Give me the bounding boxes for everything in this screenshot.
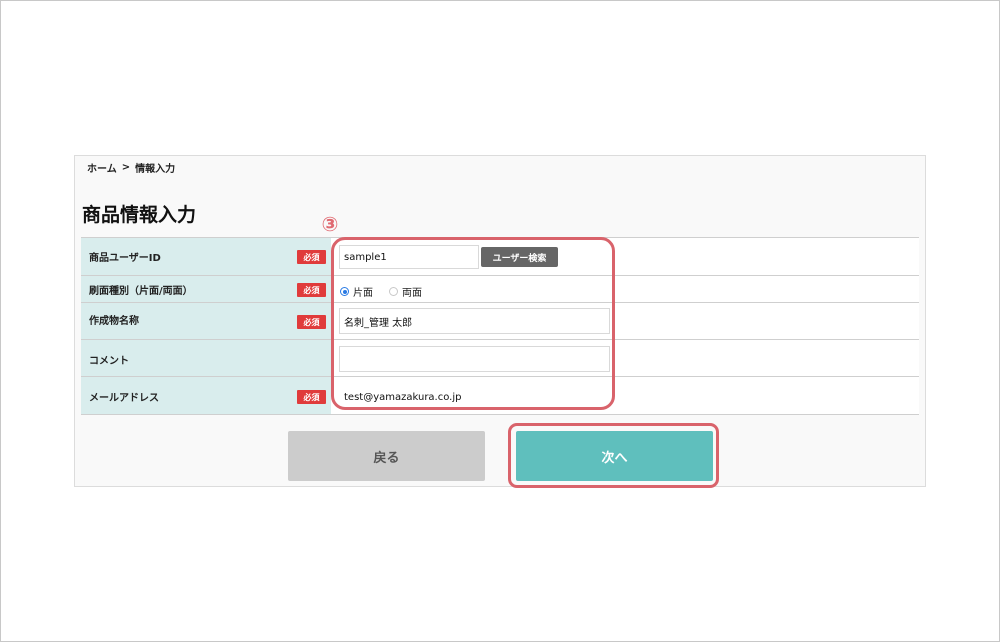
label-cell: コメント <box>81 340 331 376</box>
required-badge: 必須 <box>297 390 326 404</box>
step-number-marker: ③ <box>321 212 339 236</box>
label-cell: 作成物名称 必須 <box>81 303 331 339</box>
required-badge: 必須 <box>297 250 326 264</box>
fields-highlight-box <box>331 237 615 410</box>
user-id-label: 商品ユーザーID <box>89 253 161 264</box>
email-label: メールアドレス <box>89 393 159 404</box>
print-side-label: 刷面種別（片面/両面） <box>89 286 193 297</box>
label-cell: 刷面種別（片面/両面） 必須 <box>81 276 331 302</box>
label-cell: 商品ユーザーID 必須 <box>81 238 331 275</box>
breadcrumb-separator: > <box>121 162 131 173</box>
comment-label: コメント <box>89 356 129 367</box>
page-title: 商品情報入力 <box>82 204 197 226</box>
required-badge: 必須 <box>297 283 326 297</box>
label-cell: メールアドレス 必須 <box>81 377 331 414</box>
back-button[interactable]: 戻る <box>288 431 485 481</box>
product-name-label: 作成物名称 <box>89 316 139 327</box>
next-button[interactable]: 次へ <box>516 431 713 481</box>
breadcrumb-home-link[interactable]: ホーム <box>87 160 117 175</box>
required-badge: 必須 <box>297 315 326 329</box>
breadcrumb-current: 情報入力 <box>135 164 176 175</box>
breadcrumb: ホーム > 情報入力 <box>87 160 175 175</box>
